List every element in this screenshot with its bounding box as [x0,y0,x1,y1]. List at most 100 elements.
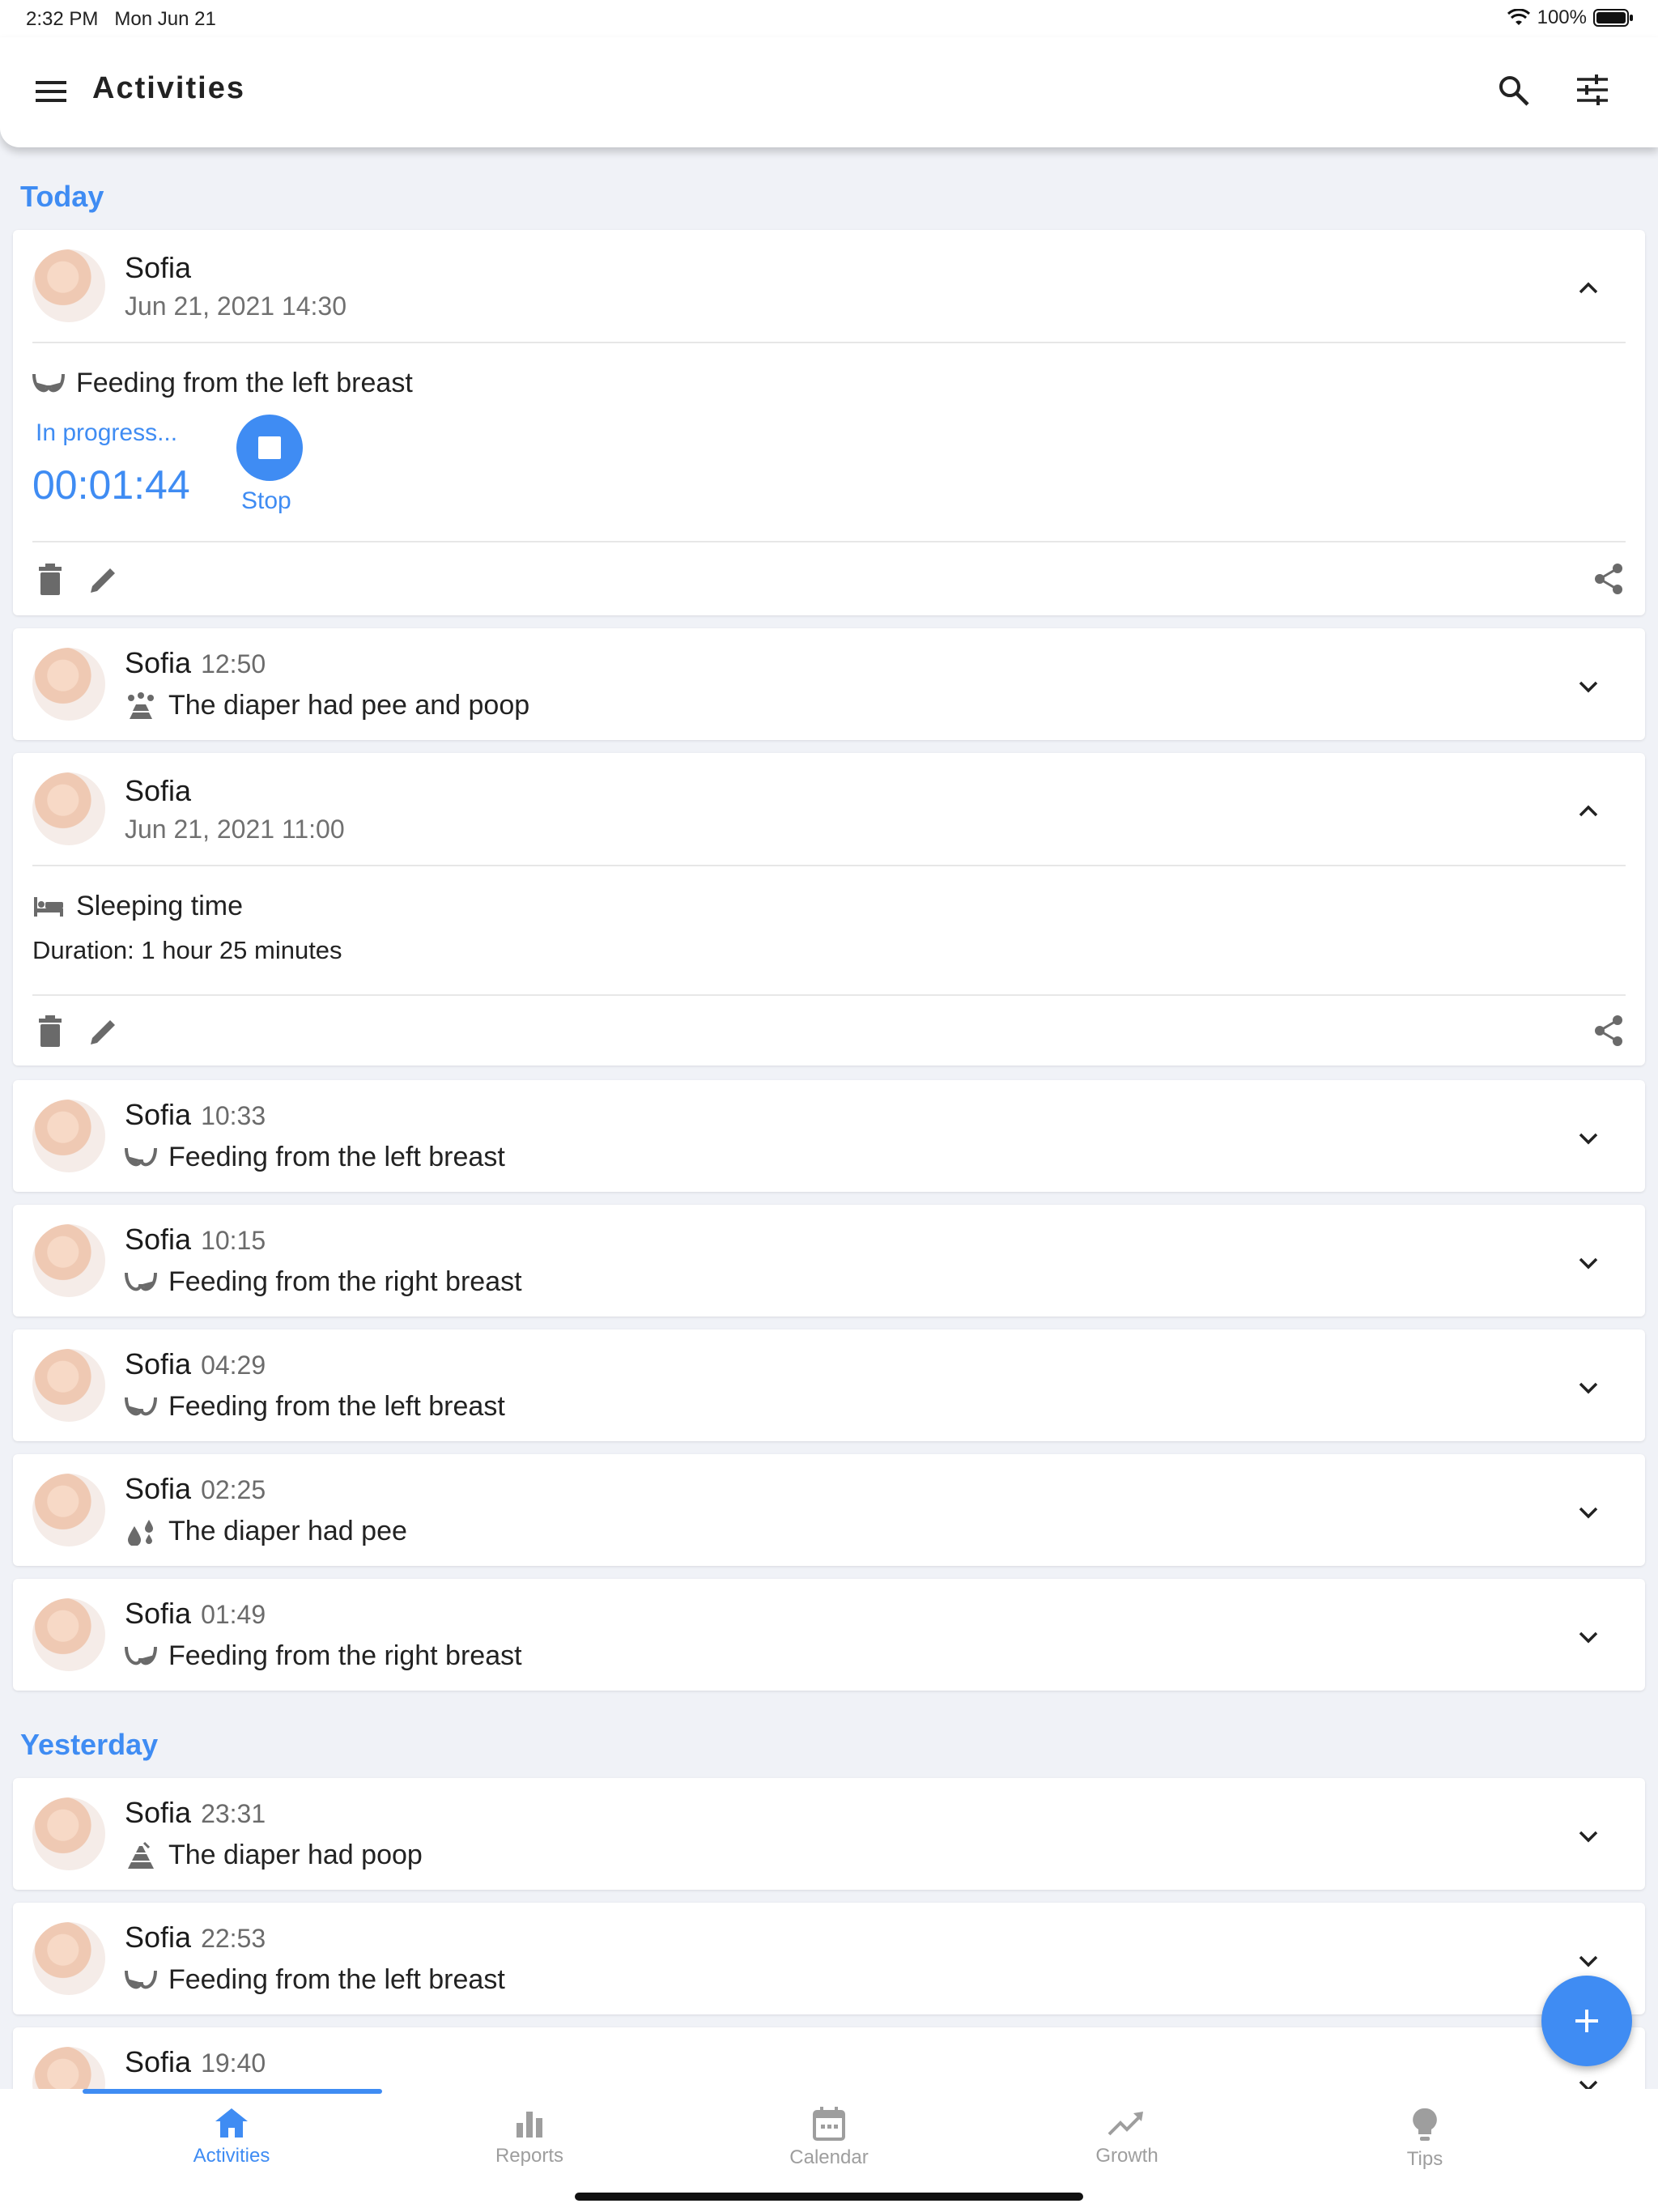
status-bar: 2:32 PM Mon Jun 21 100% [0,0,1658,37]
chevron-down-icon[interactable] [1575,1823,1601,1849]
child-name: Sofia 12:50 [125,646,266,680]
child-name-text: Sofia [125,1472,192,1505]
activity-description: The diaper had poop [125,1840,423,1871]
nav-activities[interactable]: Activities [159,2107,304,2167]
search-icon[interactable] [1498,74,1530,107]
delete-icon[interactable] [37,564,63,596]
stop-label[interactable]: Stop [241,487,291,515]
child-name: Sofia 02:25 [125,1472,266,1506]
activity-row: Feeding from the left breast [32,368,413,399]
activity-description: Feeding from the left breast [125,1391,505,1423]
activity-label: The diaper had pee and poop [168,690,530,721]
breast-icon [125,1397,157,1415]
nav-label: Reports [495,2145,564,2167]
share-icon[interactable] [1592,562,1626,596]
activity-label: Feeding from the right breast [168,1266,522,1297]
chevron-down-icon[interactable] [1575,1125,1601,1151]
divider [32,865,1626,866]
poop-icon [128,1841,154,1869]
chevron-down-icon[interactable] [1575,1250,1601,1276]
activity-card-expanded[interactable]: Sofia Jun 21, 2021 14:30 Feeding from th… [13,230,1645,615]
chevron-down-icon[interactable] [1575,1948,1601,1974]
trending-up-icon [1107,2112,1143,2136]
divider [32,994,1626,996]
child-name-text: Sofia [125,1347,192,1380]
chevron-down-icon[interactable] [1575,1624,1601,1650]
diaper-pee-poop-icon [128,691,154,719]
page-title: Activities [92,71,245,105]
menu-icon[interactable] [36,78,68,105]
child-name: Sofia 01:49 [125,1597,266,1631]
child-name: Sofia [125,774,192,807]
breast-icon [125,1272,157,1291]
avatar [32,1598,105,1671]
nav-label: Tips [1406,2148,1443,2170]
child-name-text: Sofia [125,1597,192,1630]
filter-icon[interactable] [1575,73,1609,107]
share-icon[interactable] [1592,1014,1626,1048]
child-name-text: Sofia [125,1921,192,1954]
nav-calendar[interactable]: Calendar [756,2107,902,2169]
chevron-down-icon[interactable] [1575,1499,1601,1525]
avatar [32,1349,105,1422]
battery-icon [1593,9,1633,27]
status-right: 100% [1507,6,1634,29]
section-today: Today [20,180,104,213]
clock: 2:32 PM [26,8,99,30]
activity-card[interactable]: Sofia 10:15 Feeding from the right breast [13,1205,1645,1317]
bed-icon [34,896,63,917]
activity-description: Feeding from the left breast [125,1142,505,1173]
child-name: Sofia 10:15 [125,1223,266,1257]
edit-icon[interactable] [87,564,120,596]
child-name: Sofia 19:40 [125,2045,266,2079]
nav-growth[interactable]: Growth [1054,2107,1200,2167]
activity-label: The diaper had pee [168,1516,407,1546]
nav-label: Calendar [789,2146,869,2168]
edit-icon[interactable] [87,1015,120,1048]
delete-icon[interactable] [37,1015,63,1048]
avatar [32,1922,105,1995]
activity-description: The diaper had pee [125,1516,407,1547]
nav-tips[interactable]: Tips [1352,2107,1498,2171]
activity-label: Feeding from the left breast [76,368,413,398]
activity-time: 19:40 [201,2048,266,2078]
activity-card[interactable]: Sofia 02:25 The diaper had pee [13,1454,1645,1566]
child-name: Sofia [125,251,192,284]
plus-icon [1575,2010,1598,2032]
child-name-text: Sofia [125,2045,192,2078]
activity-time: 01:49 [201,1600,266,1629]
home-indicator [575,2193,1083,2201]
nav-reports[interactable]: Reports [457,2107,602,2167]
activity-description: Feeding from the left breast [125,1964,505,1996]
stop-button[interactable] [236,415,303,481]
chevron-down-icon[interactable] [1575,674,1601,700]
activity-card[interactable]: Sofia 01:49 Feeding from the right breast [13,1579,1645,1691]
add-activity-button[interactable] [1541,1976,1632,2066]
avatar [32,1224,105,1297]
activity-label: Feeding from the left breast [168,1964,505,1995]
avatar [32,648,105,721]
activity-description: Feeding from the right breast [125,1266,522,1298]
activity-card[interactable]: Sofia 23:31 The diaper had poop [13,1778,1645,1890]
activity-card[interactable]: Sofia 22:53 Feeding from the left breast [13,1903,1645,2014]
app-bar: Activities [0,37,1658,147]
child-name: Sofia 10:33 [125,1098,266,1132]
activity-label: Sleeping time [76,891,244,921]
avatar [32,1474,105,1546]
chevron-up-icon[interactable] [1575,275,1601,301]
activity-time: 10:15 [201,1226,266,1255]
breast-icon [125,1147,157,1166]
activity-time: 22:53 [201,1924,266,1953]
chevron-down-icon[interactable] [1575,1375,1601,1401]
child-name: Sofia 22:53 [125,1921,266,1955]
chevron-up-icon[interactable] [1575,798,1601,824]
calendar-icon [813,2107,845,2141]
activity-description: Feeding from the right breast [125,1640,522,1672]
activity-card[interactable]: Sofia 04:29 Feeding from the left breast [13,1329,1645,1441]
divider [32,541,1626,542]
status-date: Mon Jun 21 [114,8,216,30]
nav-label: Growth [1095,2145,1158,2167]
activity-card[interactable]: Sofia 10:33 Feeding from the left breast [13,1080,1645,1192]
activity-card[interactable]: Sofia 12:50 The diaper had pee and poop [13,628,1645,740]
activity-card-expanded[interactable]: Sofia Jun 21, 2021 11:00 Sleeping time D… [13,753,1645,1066]
